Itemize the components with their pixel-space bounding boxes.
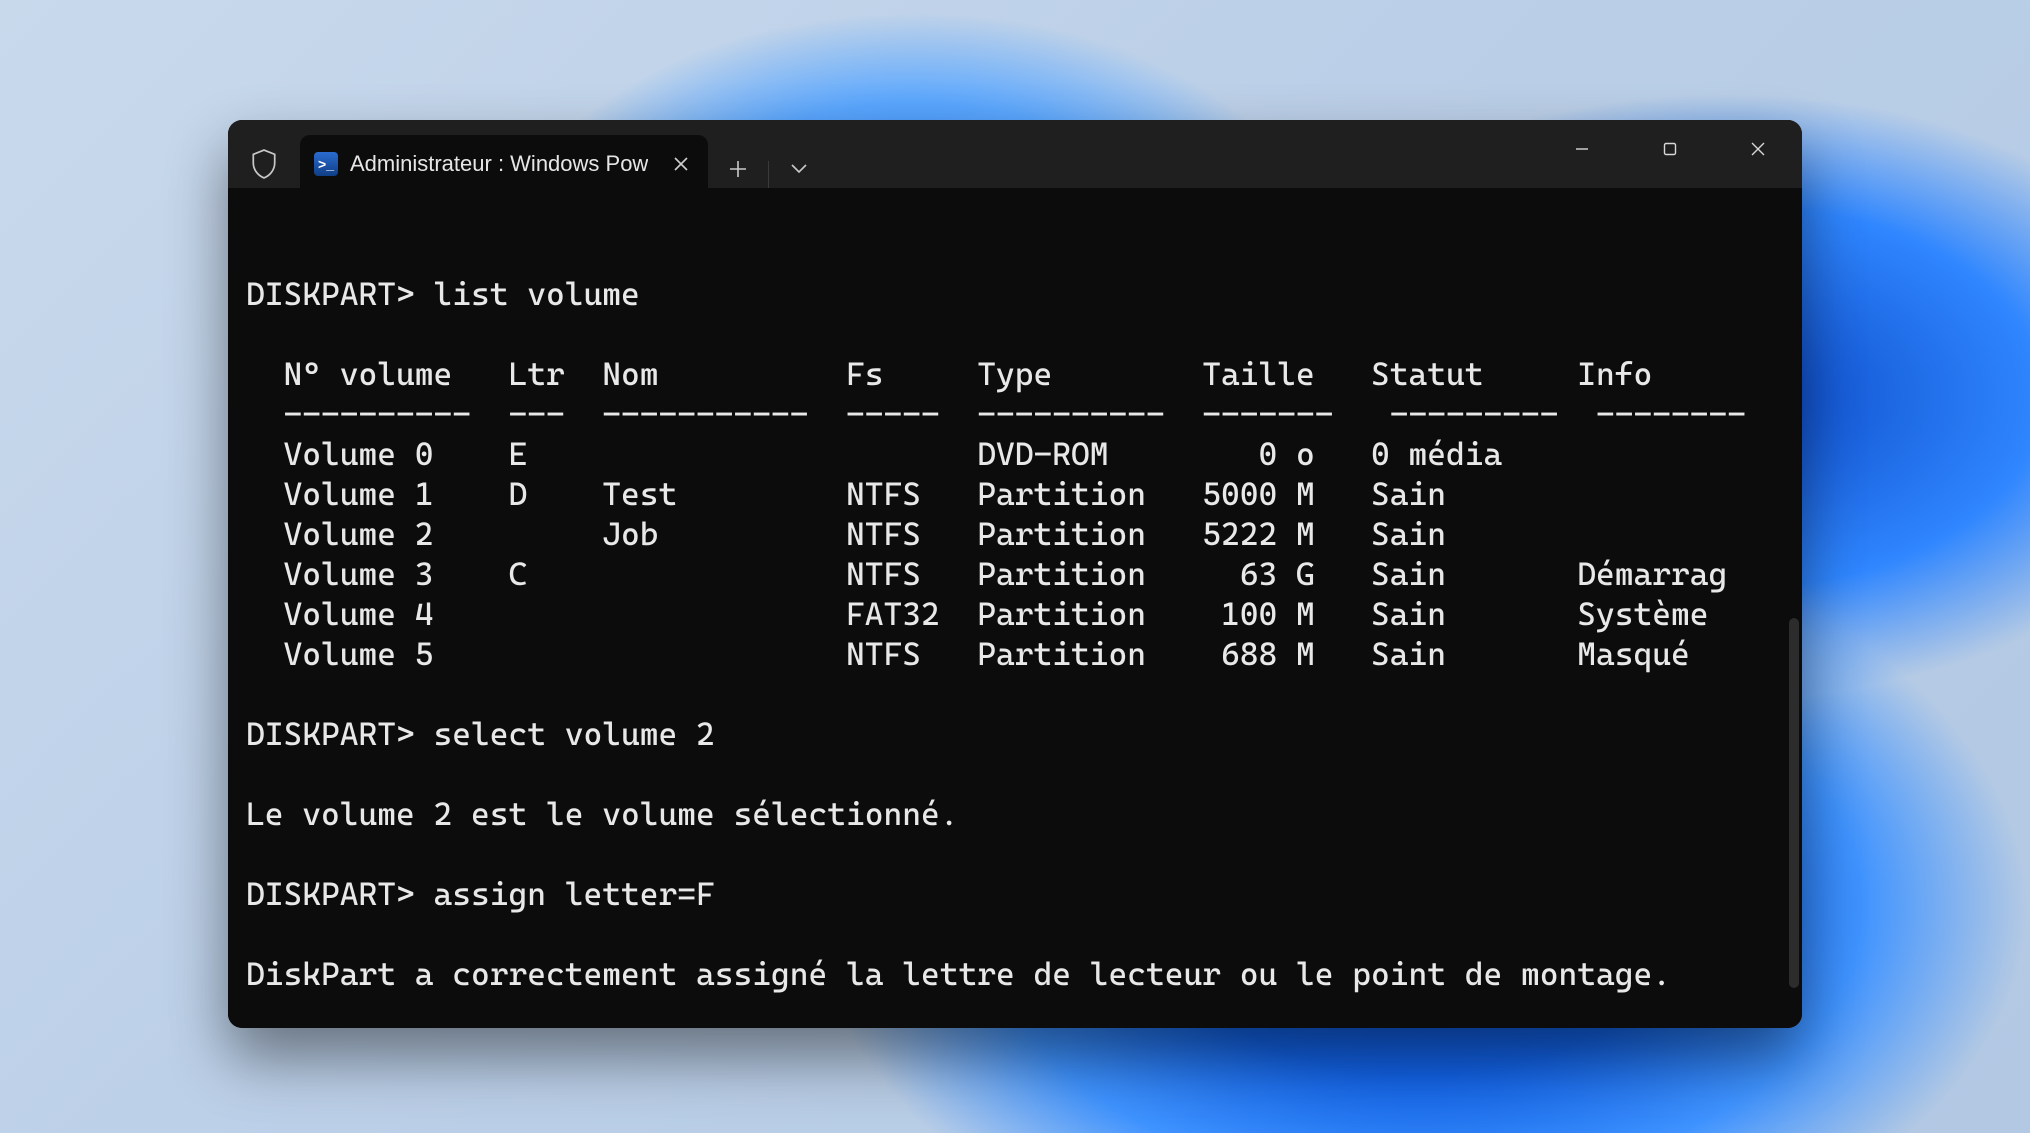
terminal-line <box>246 754 1784 794</box>
terminal-line <box>246 994 1784 1028</box>
maximize-button[interactable] <box>1626 120 1714 178</box>
titlebar[interactable]: >_ Administrateur : Windows Pow <box>228 120 1802 188</box>
terminal-line: Volume 5 NTFS Partition 688 M Sain Masqu… <box>246 634 1784 674</box>
shield-icon <box>228 135 300 193</box>
desktop-wallpaper: >_ Administrateur : Windows Pow <box>0 0 2030 1133</box>
active-tab[interactable]: >_ Administrateur : Windows Pow <box>300 135 708 193</box>
terminal-line: Volume 1 D Test NTFS Partition 5000 M Sa… <box>246 474 1784 514</box>
terminal-line <box>246 914 1784 954</box>
terminal-line: DISKPART> select volume 2 <box>246 714 1784 754</box>
terminal-body[interactable]: DISKPART> list volume N° volume Ltr Nom … <box>228 188 1802 1028</box>
terminal-line <box>246 834 1784 874</box>
window-controls <box>1538 120 1802 178</box>
terminal-line: N° volume Ltr Nom Fs Type Taille Statut … <box>246 354 1784 394</box>
powershell-icon: >_ <box>314 152 338 176</box>
terminal-line: ---------- --- ----------- ----- -------… <box>246 394 1784 434</box>
terminal-line <box>246 674 1784 714</box>
terminal-window: >_ Administrateur : Windows Pow <box>228 120 1802 1028</box>
terminal-line: DISKPART> assign letter=F <box>246 874 1784 914</box>
terminal-line: Volume 0 E DVD-ROM 0 o 0 média <box>246 434 1784 474</box>
tab-close-button[interactable] <box>668 151 694 177</box>
terminal-line: Le volume 2 est le volume sélectionné. <box>246 794 1784 834</box>
terminal-line <box>246 314 1784 354</box>
minimize-button[interactable] <box>1538 120 1626 178</box>
terminal-line: Volume 2 Job NTFS Partition 5222 M Sain <box>246 514 1784 554</box>
terminal-line: DiskPart a correctement assigné la lettr… <box>246 954 1784 994</box>
tab-title: Administrateur : Windows Pow <box>350 151 648 177</box>
scrollbar[interactable] <box>1789 618 1799 988</box>
terminal-line: DISKPART> list volume <box>246 274 1784 314</box>
window-close-button[interactable] <box>1714 120 1802 178</box>
terminal-line: Volume 3 C NTFS Partition 63 G Sain Déma… <box>246 554 1784 594</box>
terminal-line: Volume 4 FAT32 Partition 100 M Sain Syst… <box>246 594 1784 634</box>
